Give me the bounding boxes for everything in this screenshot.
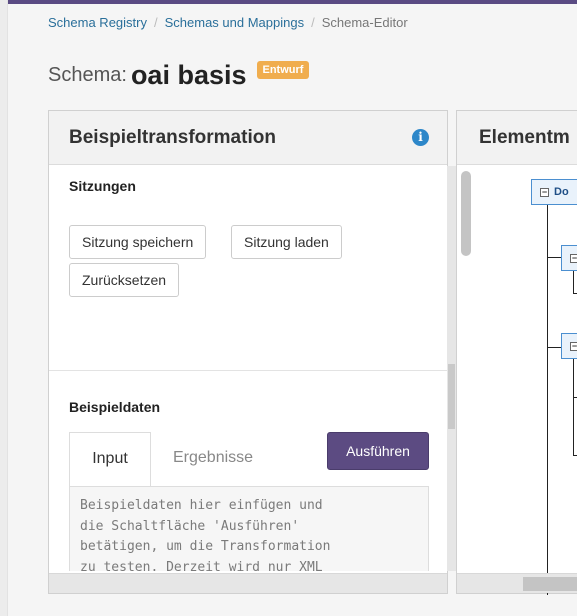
top-accent-bar: [0, 0, 577, 4]
element-panel-scrollbar-thumb[interactable]: [461, 171, 471, 256]
save-session-button[interactable]: Sitzung speichern: [69, 225, 207, 259]
tab-input[interactable]: Input: [69, 432, 151, 486]
transformation-panel-header: Beispieltransformation i: [49, 111, 447, 165]
tree-root-label: Do: [554, 186, 569, 198]
run-button[interactable]: Ausführen: [327, 432, 429, 470]
tree-child-node[interactable]: −: [561, 245, 577, 271]
tree-connector: [547, 205, 548, 595]
element-panel-horizontal-thumb[interactable]: [523, 577, 577, 591]
transformation-panel: Beispieltransformation i Sitzungen Sitzu…: [48, 110, 456, 594]
transformation-panel-body: Sitzungen Sitzung speichern Sitzung lade…: [49, 166, 447, 571]
horizontal-scrollbar[interactable]: [49, 573, 447, 593]
page-title-label: Schema:: [48, 64, 127, 86]
element-panel-header: Elementm: [457, 111, 577, 165]
breadcrumb-separator: /: [153, 15, 158, 30]
breadcrumb-schemas-mappings[interactable]: Schemas und Mappings: [165, 15, 304, 30]
tree-connector: [573, 271, 574, 293]
vertical-scrollbar[interactable]: [447, 166, 456, 571]
load-session-button[interactable]: Sitzung laden: [231, 225, 342, 259]
element-panel-horizontal-scrollbar[interactable]: [457, 573, 577, 593]
sample-data-title: Beispieldaten: [69, 399, 161, 415]
sessions-title: Sitzungen: [69, 178, 136, 194]
element-panel-title: Elementm: [479, 127, 570, 148]
breadcrumb-schema-registry[interactable]: Schema Registry: [48, 15, 147, 30]
vertical-scrollbar-thumb[interactable]: [448, 364, 455, 429]
element-panel: Elementm − Do − −: [456, 110, 577, 595]
tree-child-node[interactable]: −: [561, 333, 577, 359]
status-badge: Entwurf: [256, 60, 310, 79]
collapse-icon[interactable]: −: [570, 341, 577, 351]
tab-results[interactable]: Ergebnisse: [173, 432, 253, 484]
tree-connector: [573, 397, 577, 398]
collapse-icon[interactable]: −: [570, 253, 577, 263]
breadcrumb-current: Schema-Editor: [321, 15, 408, 30]
schema-name: oai basis: [130, 60, 247, 90]
tree-connector: [573, 293, 577, 294]
page-title: Schema: oai basis Entwurf: [48, 60, 310, 91]
tree-root-node[interactable]: − Do: [531, 179, 577, 205]
reset-button[interactable]: Zurücksetzen: [69, 263, 180, 297]
tree-connector: [573, 359, 574, 455]
section-divider: [49, 370, 447, 371]
breadcrumb-separator: /: [311, 15, 315, 30]
sample-data-input[interactable]: Beispieldaten hier einfügen und die Scha…: [69, 487, 429, 571]
transformation-panel-title: Beispieltransformation: [69, 127, 276, 148]
tree-connector: [573, 455, 577, 456]
left-edge: [0, 0, 8, 616]
breadcrumb: Schema Registry / Schemas und Mappings / Sch…: [48, 15, 408, 30]
collapse-icon[interactable]: −: [540, 187, 549, 197]
info-icon[interactable]: i: [412, 129, 429, 146]
